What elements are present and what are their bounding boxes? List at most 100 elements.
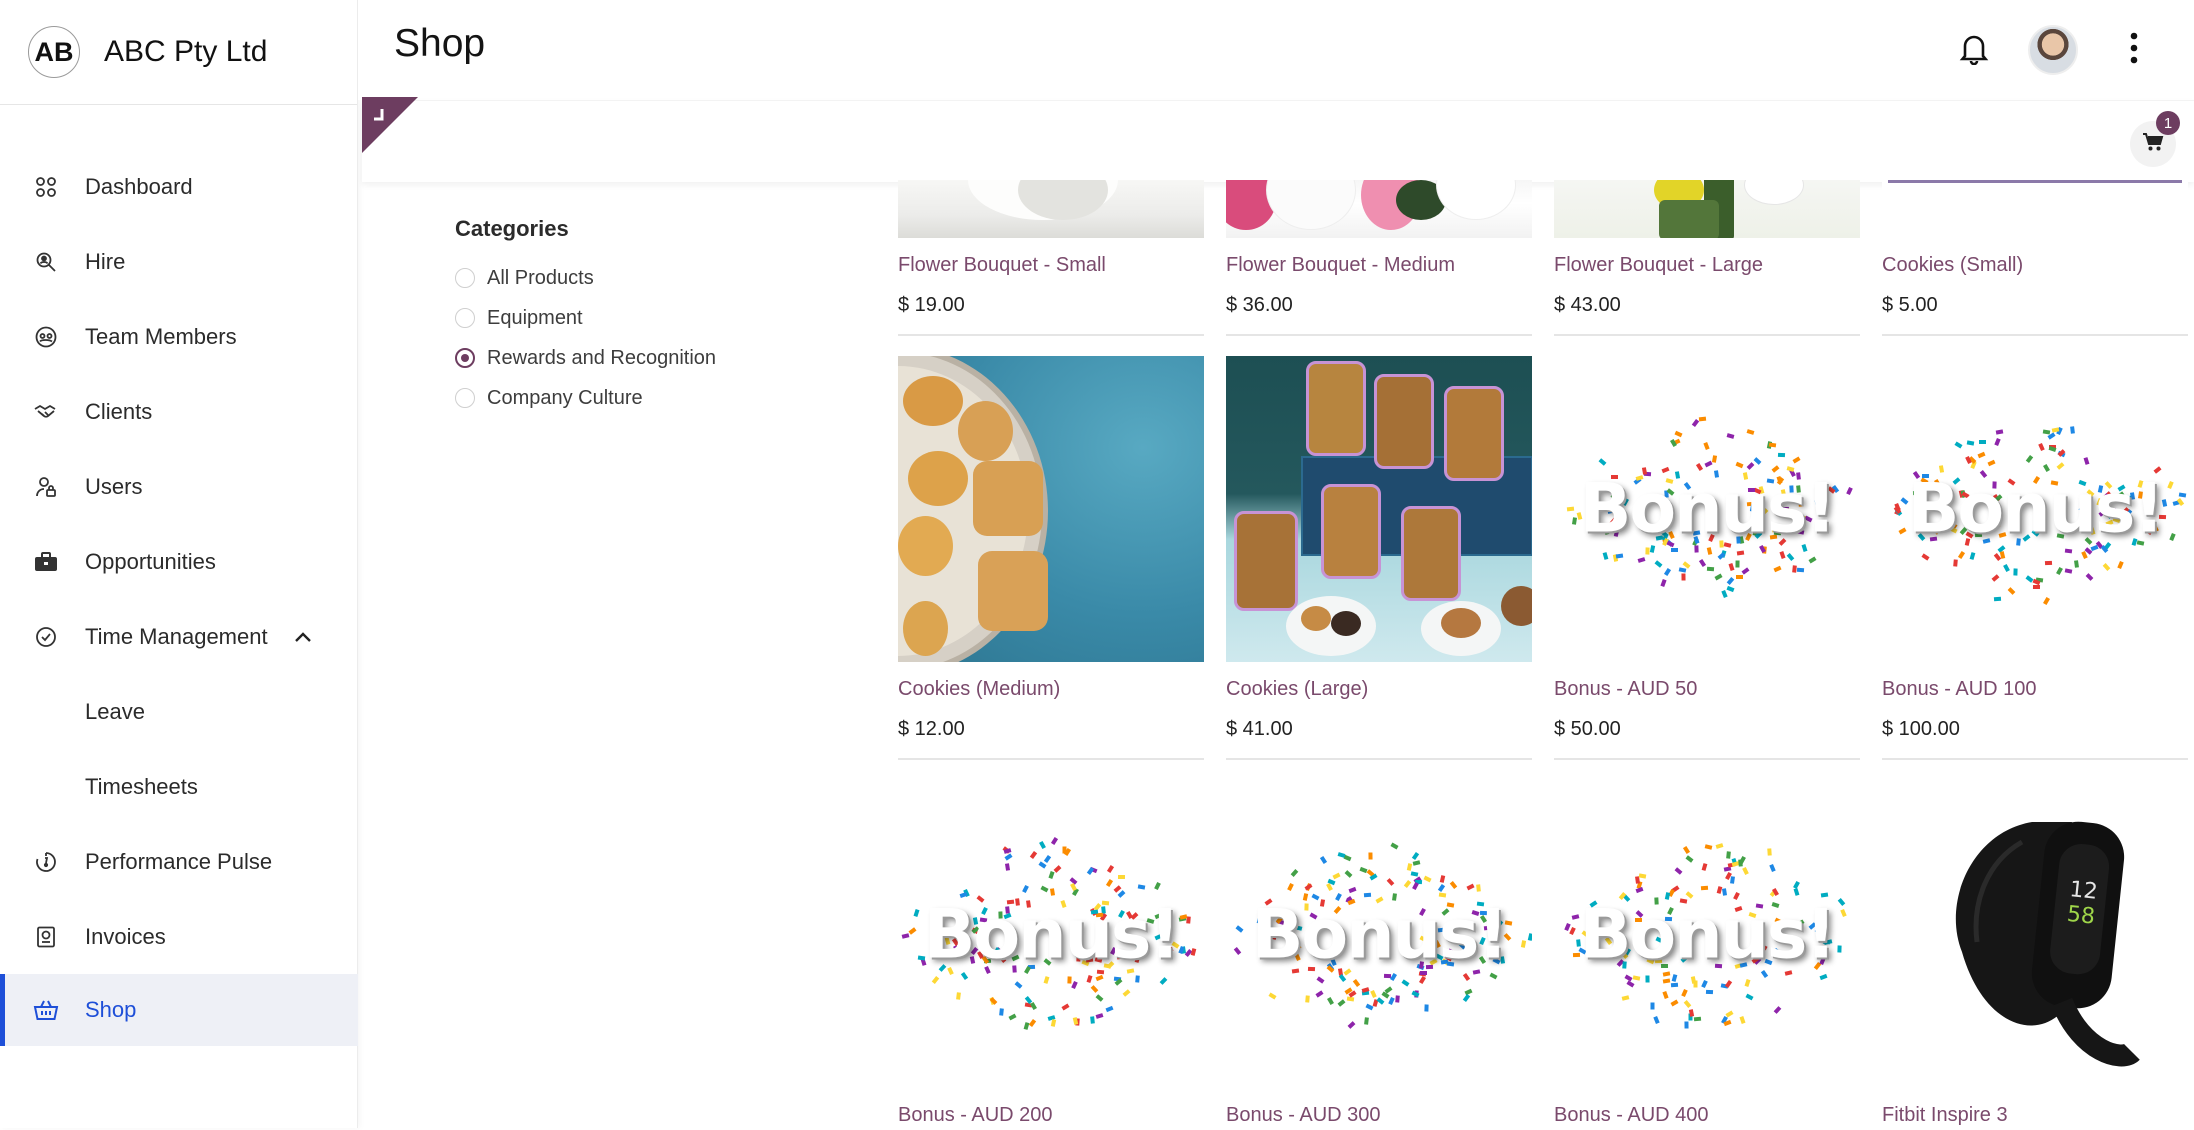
avatar[interactable] [2028,25,2078,75]
collapse-toggle-icon[interactable] [362,97,418,153]
cart-count-badge: 1 [2156,111,2180,135]
product-image[interactable] [898,180,1204,238]
sidebar-item-opportunities[interactable]: Opportunities [0,526,358,598]
product-name[interactable]: Bonus - AUD 50 [1554,674,1860,704]
sidebar-item-shop[interactable]: Shop [0,974,358,1046]
more-menu-button[interactable] [2108,24,2160,76]
product-card[interactable]: 12 58 Fitbit Inspire 3 [1882,782,2188,1130]
sidebar-item-performance-pulse[interactable]: Performance Pulse [0,826,358,898]
category-option-rewards-and-recognition[interactable]: Rewards and Recognition [455,338,716,378]
category-option-company-culture[interactable]: Company Culture [455,378,716,418]
confetti-piece [1721,590,1728,599]
confetti-piece [1327,996,1335,1005]
sidebar-item-leave[interactable]: Leave [0,676,358,748]
product-card[interactable]: Flower Bouquet - Medium $ 36.00 [1226,180,1532,336]
confetti-piece [2025,455,2034,463]
sidebar-item-time-management[interactable]: Time Management [0,601,358,673]
product-image[interactable] [1226,180,1532,238]
confetti-piece [2073,560,2079,569]
confetti-piece [1028,1018,1037,1027]
confetti-piece [1728,563,1734,571]
product-name[interactable]: Bonus - AUD 300 [1226,1100,1532,1130]
confetti-piece [1808,556,1817,564]
product-name[interactable]: Fitbit Inspire 3 [1882,1100,2188,1130]
product-image[interactable] [1554,180,1860,238]
confetti-piece [1090,985,1098,994]
radio-button-selected[interactable] [455,348,475,368]
confetti-piece [1090,1016,1096,1025]
confetti-piece [1645,975,1650,983]
sidebar-item-hire[interactable]: Hire [0,226,358,298]
category-option-all-products[interactable]: All Products [455,258,716,298]
product-name[interactable]: Cookies (Small) [1882,250,2188,280]
product-name[interactable]: Bonus - AUD 100 [1882,674,2188,704]
confetti-piece [2064,568,2073,574]
confetti-piece [1412,859,1421,866]
confetti-piece [1741,567,1750,575]
category-option-equipment[interactable]: Equipment [455,298,716,338]
confetti-piece [1344,870,1353,878]
handshake-icon [33,399,59,425]
product-name[interactable]: Cookies (Medium) [898,674,1204,704]
sidebar: AB ABC Pty Ltd Dashboard Hire Team Membe… [0,0,358,1128]
sidebar-item-dashboard[interactable]: Dashboard [0,151,358,223]
confetti-piece [1003,847,1012,854]
product-card[interactable]: Flower Bouquet - Large $ 43.00 [1554,180,1860,336]
radio-button[interactable] [455,308,475,328]
radio-button[interactable] [455,268,475,288]
confetti-piece [1735,461,1744,469]
confetti-piece [1117,874,1125,879]
product-image[interactable] [1882,180,2188,238]
confetti-piece [1745,993,1754,1001]
product-name[interactable]: Flower Bouquet - Small [898,250,1204,280]
product-name[interactable]: Bonus - AUD 200 [898,1100,1204,1130]
sidebar-item-team-members[interactable]: Team Members [0,301,358,373]
sidebar-item-invoices[interactable]: Invoices [0,901,358,973]
product-card[interactable]: Bonus! Bonus - AUD 400 [1554,782,1860,1130]
product-name[interactable]: Cookies (Large) [1226,674,1532,704]
product-image[interactable]: Bonus! [1554,782,1860,1088]
product-image[interactable]: Bonus! [1554,356,1860,662]
product-image[interactable] [898,356,1204,662]
product-card[interactable]: Bonus! Bonus - AUD 100 $ 100.00 [1882,356,2188,760]
confetti-piece [1741,866,1749,875]
product-card[interactable]: Cookies (Medium) $ 12.00 [898,356,1204,760]
sidebar-item-label: Dashboard [85,174,193,199]
confetti-piece [1705,989,1714,994]
sidebar-item-timesheets[interactable]: Timesheets [0,751,358,823]
product-card[interactable]: Bonus! Bonus - AUD 300 [1226,782,1532,1130]
product-image[interactable] [1226,356,1532,662]
sidebar-item-users[interactable]: Users [0,451,358,523]
confetti-piece [1725,851,1731,859]
confetti-piece [1106,879,1114,888]
category-label: Rewards and Recognition [487,346,717,369]
confetti-piece [1773,1005,1782,1014]
confetti-piece [1023,1021,1030,1030]
radio-button[interactable] [455,388,475,408]
product-image[interactable]: Bonus! [1226,782,1532,1088]
product-price: $ 43.00 [1554,294,1621,316]
confetti-piece [1053,865,1062,873]
product-name[interactable]: Flower Bouquet - Medium [1226,250,1532,280]
product-card[interactable]: Cookies (Small) $ 5.00 [1882,180,2188,336]
product-card[interactable]: Flower Bouquet - Small $ 19.00 [898,180,1204,336]
confetti-piece [1347,1021,1356,1030]
divider [1882,334,2188,336]
brand[interactable]: AB ABC Pty Ltd [0,0,357,105]
confetti-piece [1638,873,1647,879]
product-image[interactable]: 12 58 [1882,782,2188,1088]
confetti-piece [1681,988,1688,997]
notification-button[interactable] [1948,24,2000,76]
chevron-up-icon[interactable] [292,626,314,648]
product-card[interactable]: Bonus! Bonus - AUD 50 $ 50.00 [1554,356,1860,760]
product-card[interactable]: Cookies (Large) $ 41.00 [1226,356,1532,760]
product-name[interactable]: Bonus - AUD 400 [1554,1100,1860,1130]
confetti-piece [1635,887,1644,894]
product-name[interactable]: Flower Bouquet - Large [1554,250,1860,280]
product-image[interactable]: Bonus! [1882,356,2188,662]
confetti-piece [1653,1015,1660,1024]
product-image[interactable]: Bonus! [898,782,1204,1088]
confetti-piece [1153,882,1161,891]
sidebar-item-clients[interactable]: Clients [0,376,358,448]
product-card[interactable]: Bonus! Bonus - AUD 200 [898,782,1204,1130]
